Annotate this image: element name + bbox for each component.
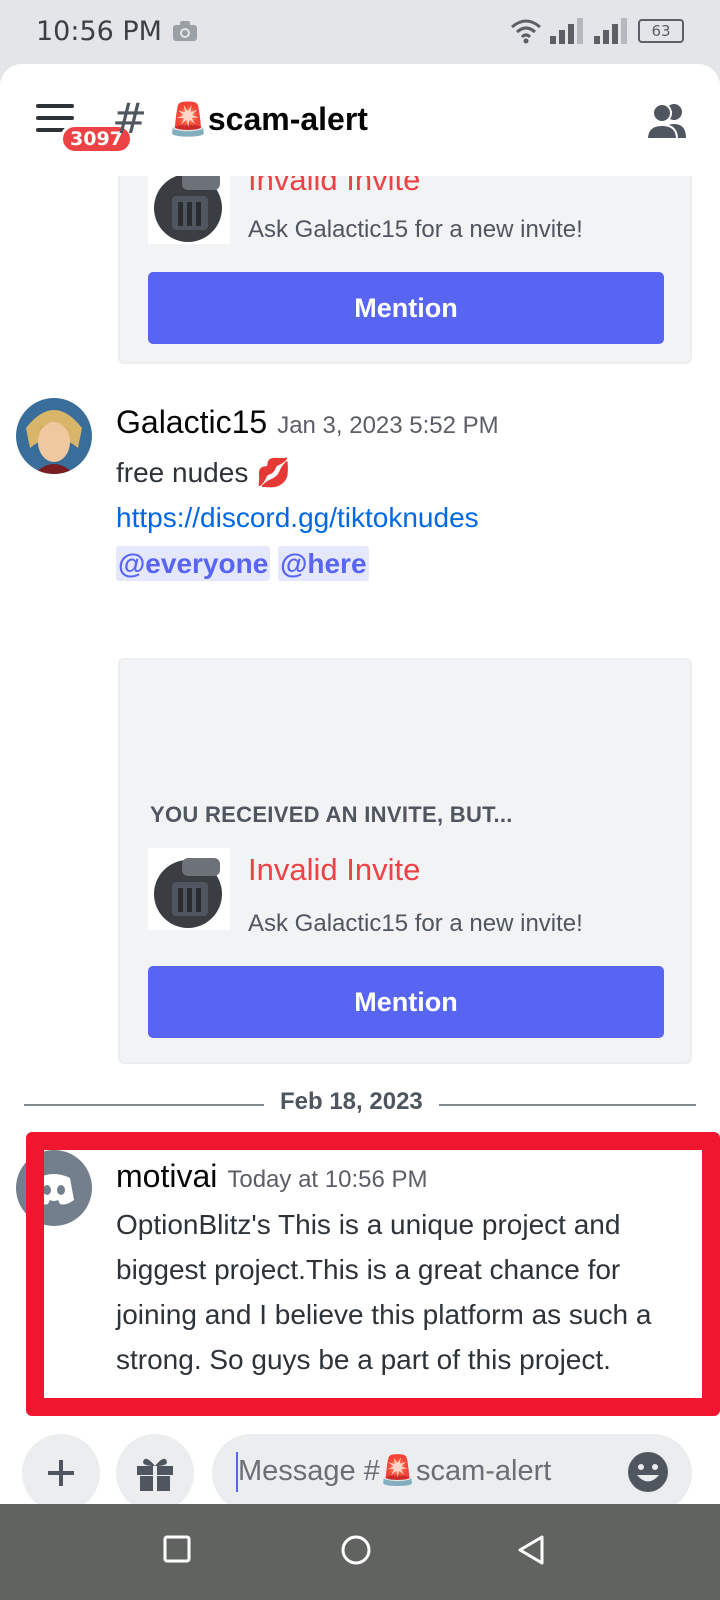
message-line: joining and I believe this platform as s… — [116, 1299, 652, 1330]
kiss-emoji: 💋 — [256, 457, 291, 488]
author-name[interactable]: Galactic15 — [116, 404, 267, 440]
app-window: 3097 # 🚨scam-alert Invalid Invite Ask Ga… — [0, 64, 720, 1504]
date-divider-label: Feb 18, 2023 — [264, 1088, 439, 1116]
status-icons: 63 — [510, 18, 684, 44]
message-timestamp: Jan 3, 2023 5:52 PM — [277, 412, 499, 439]
mentions-row: @everyone @here — [116, 546, 369, 581]
embed-heading: YOU RECEIVED AN INVITE, BUT... — [150, 802, 513, 827]
message-input-placeholder: Message #🚨scam-alert — [238, 1455, 552, 1487]
invite-link[interactable]: https://discord.gg/tiktoknudes — [116, 502, 479, 534]
avatar[interactable] — [16, 398, 92, 474]
message-composer: Message #🚨scam-alert — [0, 1434, 720, 1504]
gift-icon — [137, 1458, 173, 1491]
embed-title: Invalid Invite — [248, 852, 421, 887]
message-input[interactable]: Message #🚨scam-alert — [212, 1434, 692, 1504]
hash-icon: # — [112, 94, 148, 143]
author-name[interactable]: motivai — [116, 1158, 217, 1194]
mention-button[interactable]: Mention — [148, 966, 664, 1038]
channel-header: 3097 # 🚨scam-alert — [0, 64, 720, 176]
channel-name: scam-alert — [207, 101, 368, 137]
siren-emoji: 🚨 — [168, 101, 208, 137]
message-timestamp: Today at 10:56 PM — [227, 1166, 428, 1193]
embed-subtitle: Ask Galactic15 for a new invite! — [248, 216, 583, 243]
invalid-invite-icon — [148, 176, 230, 244]
signal-icon — [550, 18, 583, 44]
message-author[interactable]: motivai Today at 10:56 PM — [116, 1158, 427, 1195]
message-text: free nudes 💋 — [116, 456, 291, 489]
channel-title[interactable]: 🚨scam-alert — [168, 100, 368, 138]
mention-everyone[interactable]: @everyone — [116, 546, 271, 581]
square-icon[interactable] — [162, 1534, 192, 1564]
circle-icon[interactable] — [340, 1534, 372, 1566]
message-line: OptionBlitz's This is a unique project a… — [116, 1209, 621, 1240]
embed-subtitle: Ask Galactic15 for a new invite! — [248, 910, 583, 937]
plus-icon — [48, 1460, 74, 1486]
invite-embed: YOU RECEIVED AN INVITE, BUT... Invalid I… — [118, 658, 692, 1064]
mention-here[interactable]: @here — [278, 546, 369, 581]
emoji-icon[interactable] — [626, 1450, 670, 1494]
message-line: strong. So guys be a part of this projec… — [116, 1344, 611, 1375]
galactic15-avatar-image — [16, 398, 92, 474]
invite-embed-top: Invalid Invite Ask Galactic15 for a new … — [118, 176, 692, 364]
embed-title: Invalid Invite — [248, 176, 421, 197]
invalid-invite-icon — [148, 848, 230, 930]
signal-icon-2 — [594, 18, 627, 44]
status-time: 10:56 PM — [36, 16, 162, 47]
message-author[interactable]: Galactic15 Jan 3, 2023 5:52 PM — [116, 404, 499, 441]
message-text-content: free nudes — [116, 457, 249, 488]
members-icon[interactable] — [644, 100, 690, 140]
battery-level: 63 — [651, 22, 671, 40]
triangle-back-icon[interactable] — [516, 1534, 546, 1566]
message-line: biggest project.This is a great chance f… — [116, 1254, 621, 1285]
system-nav-bar — [0, 1504, 720, 1600]
status-bar: 10:56 PM 63 — [0, 0, 720, 64]
battery-icon: 63 — [638, 19, 684, 43]
message-text: OptionBlitz's This is a unique project a… — [116, 1202, 700, 1382]
gift-button[interactable] — [116, 1434, 194, 1504]
mention-button[interactable]: Mention — [148, 272, 664, 344]
add-attachment-button[interactable] — [22, 1434, 100, 1504]
camera-icon — [173, 21, 197, 41]
wifi-icon — [511, 19, 541, 44]
message-list[interactable]: Invalid Invite Ask Galactic15 for a new … — [0, 176, 720, 1438]
